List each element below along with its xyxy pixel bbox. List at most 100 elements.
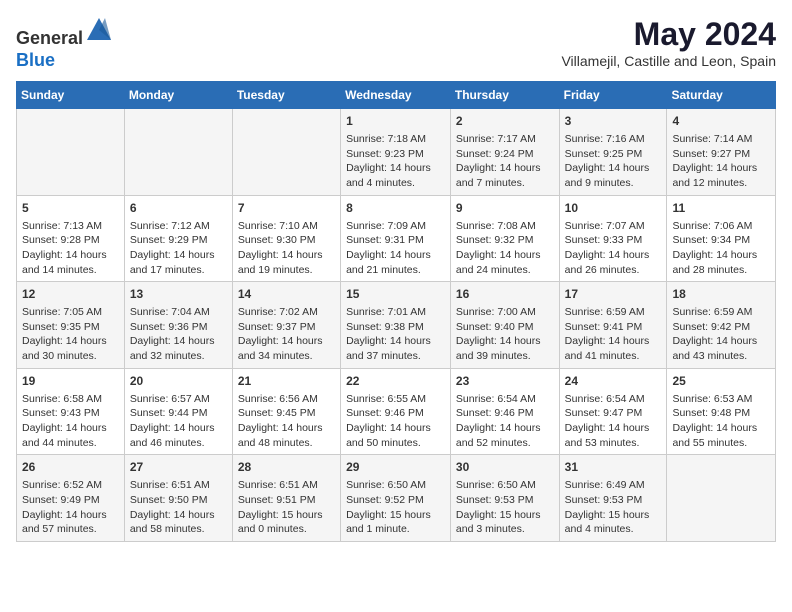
calendar-cell: 6 Sunrise: 7:12 AM Sunset: 9:29 PM Daylig… [124, 195, 232, 282]
day-number: 3 [565, 113, 662, 130]
day-number: 5 [22, 200, 119, 217]
day-info: Sunrise: 7:16 AM Sunset: 9:25 PM Dayligh… [565, 132, 662, 191]
day-info: Sunrise: 7:00 AM Sunset: 9:40 PM Dayligh… [456, 305, 554, 364]
day-number: 10 [565, 200, 662, 217]
calendar-cell: 3 Sunrise: 7:16 AM Sunset: 9:25 PM Daylig… [559, 109, 667, 196]
logo-blue: Blue [16, 50, 55, 70]
day-info: Sunrise: 6:54 AM Sunset: 9:46 PM Dayligh… [456, 392, 554, 451]
calendar-cell: 15 Sunrise: 7:01 AM Sunset: 9:38 PM Dayli… [341, 282, 451, 369]
calendar-cell: 19 Sunrise: 6:58 AM Sunset: 9:43 PM Dayli… [17, 368, 125, 455]
day-info: Sunrise: 7:01 AM Sunset: 9:38 PM Dayligh… [346, 305, 445, 364]
day-number: 13 [130, 286, 227, 303]
calendar-table: SundayMondayTuesdayWednesdayThursdayFrid… [16, 81, 776, 542]
calendar-cell: 29Sunrise: 6:50 AM Sunset: 9:52 PM Dayli… [341, 455, 451, 542]
day-number: 25 [672, 373, 770, 390]
weekday-header-monday: Monday [124, 82, 232, 109]
day-number: 28 [238, 459, 335, 476]
calendar-cell: 12 Sunrise: 7:05 AM Sunset: 9:35 PM Dayli… [17, 282, 125, 369]
day-number: 14 [238, 286, 335, 303]
day-info: Sunrise: 7:08 AM Sunset: 9:32 PM Dayligh… [456, 219, 554, 278]
day-info: Sunrise: 6:59 AM Sunset: 9:42 PM Dayligh… [672, 305, 770, 364]
calendar-cell: 28 Sunrise: 6:51 AM Sunset: 9:51 PM Dayli… [232, 455, 340, 542]
day-number: 11 [672, 200, 770, 217]
day-info: Sunrise: 7:13 AM Sunset: 9:28 PM Dayligh… [22, 219, 119, 278]
day-info: Sunrise: 7:09 AM Sunset: 9:31 PM Dayligh… [346, 219, 445, 278]
calendar-cell: 2 Sunrise: 7:17 AM Sunset: 9:24 PM Daylig… [450, 109, 559, 196]
calendar-cell: 27 Sunrise: 6:51 AM Sunset: 9:50 PM Dayli… [124, 455, 232, 542]
day-number: 1 [346, 113, 445, 130]
day-number: 19 [22, 373, 119, 390]
logo: General Blue [16, 16, 113, 71]
title-block: May 2024 Villamejil, Castille and Leon, … [561, 16, 776, 69]
day-info: Sunrise: 7:05 AM Sunset: 9:35 PM Dayligh… [22, 305, 119, 364]
day-number: 9 [456, 200, 554, 217]
day-info: Sunrise: 7:14 AM Sunset: 9:27 PM Dayligh… [672, 132, 770, 191]
calendar-cell: 21Sunrise: 6:56 AM Sunset: 9:45 PM Dayli… [232, 368, 340, 455]
day-info: Sunrise: 6:57 AM Sunset: 9:44 PM Dayligh… [130, 392, 227, 451]
day-info: Sunrise: 6:54 AM Sunset: 9:47 PM Dayligh… [565, 392, 662, 451]
day-info: Sunrise: 7:02 AM Sunset: 9:37 PM Dayligh… [238, 305, 335, 364]
calendar-cell [124, 109, 232, 196]
day-info: Sunrise: 7:10 AM Sunset: 9:30 PM Dayligh… [238, 219, 335, 278]
day-number: 6 [130, 200, 227, 217]
calendar-cell: 30 Sunrise: 6:50 AM Sunset: 9:53 PM Dayli… [450, 455, 559, 542]
day-number: 8 [346, 200, 445, 217]
calendar-cell: 1Sunrise: 7:18 AM Sunset: 9:23 PM Daylig… [341, 109, 451, 196]
calendar-cell: 24 Sunrise: 6:54 AM Sunset: 9:47 PM Dayli… [559, 368, 667, 455]
weekday-header-tuesday: Tuesday [232, 82, 340, 109]
weekday-header-saturday: Saturday [667, 82, 776, 109]
day-info: Sunrise: 6:58 AM Sunset: 9:43 PM Dayligh… [22, 392, 119, 451]
calendar-cell: 9 Sunrise: 7:08 AM Sunset: 9:32 PM Daylig… [450, 195, 559, 282]
day-number: 15 [346, 286, 445, 303]
day-number: 18 [672, 286, 770, 303]
day-number: 2 [456, 113, 554, 130]
day-info: Sunrise: 7:06 AM Sunset: 9:34 PM Dayligh… [672, 219, 770, 278]
day-number: 27 [130, 459, 227, 476]
calendar-cell: 25Sunrise: 6:53 AM Sunset: 9:48 PM Dayli… [667, 368, 776, 455]
day-info: Sunrise: 7:12 AM Sunset: 9:29 PM Dayligh… [130, 219, 227, 278]
day-info: Sunrise: 7:17 AM Sunset: 9:24 PM Dayligh… [456, 132, 554, 191]
day-info: Sunrise: 6:51 AM Sunset: 9:50 PM Dayligh… [130, 478, 227, 537]
calendar-cell: 8 Sunrise: 7:09 AM Sunset: 9:31 PM Daylig… [341, 195, 451, 282]
day-info: Sunrise: 6:49 AM Sunset: 9:53 PM Dayligh… [565, 478, 662, 537]
calendar-week-row: 26 Sunrise: 6:52 AM Sunset: 9:49 PM Dayli… [17, 455, 776, 542]
day-number: 12 [22, 286, 119, 303]
day-info: Sunrise: 6:55 AM Sunset: 9:46 PM Dayligh… [346, 392, 445, 451]
subtitle: Villamejil, Castille and Leon, Spain [561, 53, 776, 69]
calendar-week-row: 5 Sunrise: 7:13 AM Sunset: 9:28 PM Daylig… [17, 195, 776, 282]
logo-icon [85, 16, 113, 44]
day-number: 24 [565, 373, 662, 390]
day-number: 4 [672, 113, 770, 130]
logo-general: General [16, 28, 83, 48]
calendar-cell: 11 Sunrise: 7:06 AM Sunset: 9:34 PM Dayli… [667, 195, 776, 282]
day-number: 26 [22, 459, 119, 476]
page-header: General Blue May 2024 Villamejil, Castil… [16, 16, 776, 71]
day-info: Sunrise: 6:50 AM Sunset: 9:53 PM Dayligh… [456, 478, 554, 537]
calendar-cell: 23 Sunrise: 6:54 AM Sunset: 9:46 PM Dayli… [450, 368, 559, 455]
day-number: 20 [130, 373, 227, 390]
day-number: 31 [565, 459, 662, 476]
calendar-week-row: 19 Sunrise: 6:58 AM Sunset: 9:43 PM Dayli… [17, 368, 776, 455]
day-info: Sunrise: 6:51 AM Sunset: 9:51 PM Dayligh… [238, 478, 335, 537]
day-number: 30 [456, 459, 554, 476]
calendar-cell: 16Sunrise: 7:00 AM Sunset: 9:40 PM Dayli… [450, 282, 559, 369]
calendar-cell: 14 Sunrise: 7:02 AM Sunset: 9:37 PM Dayli… [232, 282, 340, 369]
day-number: 23 [456, 373, 554, 390]
calendar-week-row: 12 Sunrise: 7:05 AM Sunset: 9:35 PM Dayli… [17, 282, 776, 369]
weekday-header-thursday: Thursday [450, 82, 559, 109]
calendar-cell: 7 Sunrise: 7:10 AM Sunset: 9:30 PM Daylig… [232, 195, 340, 282]
calendar-cell: 31 Sunrise: 6:49 AM Sunset: 9:53 PM Dayli… [559, 455, 667, 542]
day-number: 7 [238, 200, 335, 217]
day-number: 17 [565, 286, 662, 303]
day-number: 22 [346, 373, 445, 390]
calendar-cell: 20 Sunrise: 6:57 AM Sunset: 9:44 PM Dayli… [124, 368, 232, 455]
day-info: Sunrise: 6:52 AM Sunset: 9:49 PM Dayligh… [22, 478, 119, 537]
calendar-cell: 26 Sunrise: 6:52 AM Sunset: 9:49 PM Dayli… [17, 455, 125, 542]
day-number: 29 [346, 459, 445, 476]
day-info: Sunrise: 6:56 AM Sunset: 9:45 PM Dayligh… [238, 392, 335, 451]
main-title: May 2024 [561, 16, 776, 53]
calendar-cell [17, 109, 125, 196]
calendar-cell [232, 109, 340, 196]
day-info: Sunrise: 7:04 AM Sunset: 9:36 PM Dayligh… [130, 305, 227, 364]
weekday-header-wednesday: Wednesday [341, 82, 451, 109]
